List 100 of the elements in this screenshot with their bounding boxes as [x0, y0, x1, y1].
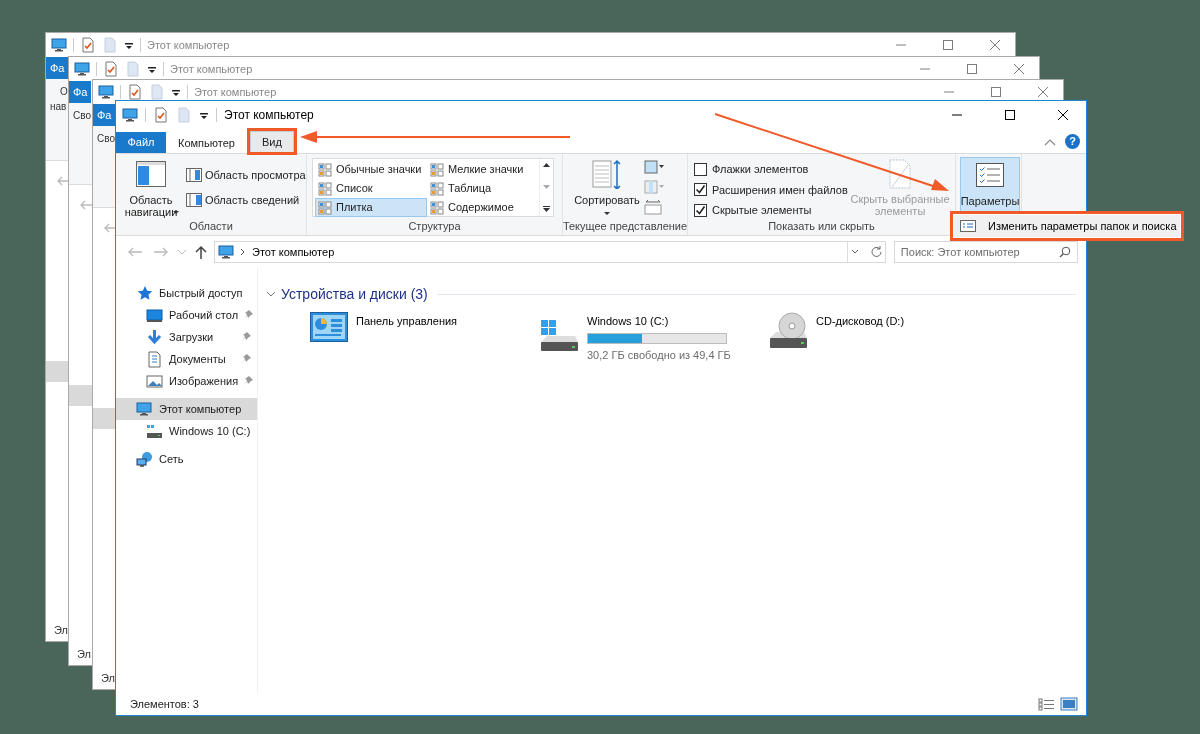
- checkbox[interactable]: [694, 162, 707, 176]
- navigation-pane-button[interactable]: Область навигации: [120, 157, 182, 217]
- caret-icon[interactable]: [199, 110, 209, 120]
- address-path: Этот компьютер: [252, 244, 336, 260]
- window-title: Этот компьютер: [170, 61, 253, 77]
- computer-icon: [74, 61, 90, 77]
- view-layout-icon: [318, 162, 332, 177]
- pane-icon: [186, 168, 202, 183]
- close-icon: [1013, 64, 1024, 74]
- close-icon: [1037, 87, 1048, 97]
- file-tab[interactable]: Файл: [116, 132, 166, 153]
- download-icon: [146, 328, 163, 346]
- drive-name: Панель управления: [356, 314, 458, 329]
- nav-item[interactable]: Быстрый доступ: [116, 282, 257, 304]
- pin-icon: [244, 376, 254, 386]
- nav-label: Этот компьютер: [159, 401, 243, 417]
- back-arrow-icon: [79, 200, 93, 210]
- search-field[interactable]: Поиск: Этот компьютер: [893, 241, 1078, 263]
- control-panel-icon: [310, 312, 348, 342]
- caret-icon[interactable]: [147, 64, 157, 74]
- fit-columns-icon[interactable]: [643, 199, 665, 215]
- checkbox-label: Скрытые элементы: [712, 203, 812, 218]
- drive-tile[interactable]: Панель управления: [310, 312, 539, 362]
- ribbon-button[interactable]: Область сведений: [186, 191, 306, 208]
- drive-detail: 30,2 ГБ свободно из 49,4 ГБ: [587, 347, 731, 363]
- ribbon-label: О: [59, 85, 68, 98]
- drive-name: Windows 10 (C:): [587, 314, 670, 329]
- nav-label: Загрузки: [169, 329, 215, 345]
- large-icons-view-icon[interactable]: [1060, 697, 1078, 711]
- layout-option[interactable]: Обычные значки: [315, 160, 427, 179]
- document-icon: [125, 61, 141, 77]
- nav-item[interactable]: Документы: [116, 348, 257, 370]
- computer-icon: [122, 107, 138, 123]
- caret-icon[interactable]: [171, 87, 181, 97]
- folder-options-icon: [960, 220, 976, 232]
- checkbox-label: Расширения имен файлов: [712, 182, 848, 198]
- layout-option[interactable]: Список: [315, 179, 427, 198]
- group-header[interactable]: Устройства и диски (3): [266, 283, 428, 305]
- caret-icon[interactable]: [124, 40, 134, 50]
- pane-icon: [186, 192, 202, 207]
- pin-icon: [242, 354, 251, 364]
- checklist-icon: [80, 37, 96, 53]
- drive-icon: [146, 422, 163, 440]
- caret-icon: [604, 212, 610, 215]
- close-icon: [989, 40, 1000, 50]
- back-arrow-icon: [103, 223, 117, 233]
- cd-drive-icon: [768, 310, 808, 350]
- desktop-icon: [146, 306, 163, 324]
- layout-option[interactable]: Мелкие значки: [427, 160, 539, 179]
- checkbox[interactable]: [694, 183, 707, 197]
- nav-item[interactable]: Загрузки: [116, 326, 257, 348]
- address-bar[interactable]: Этот компьютер: [214, 241, 886, 263]
- scroll-up-icon[interactable]: [543, 163, 550, 167]
- star-icon: [136, 284, 153, 302]
- maximize-icon: [990, 87, 1001, 97]
- checklist-icon: [103, 61, 119, 77]
- refresh-icon[interactable]: [868, 245, 885, 259]
- nav-item[interactable]: Изображения: [116, 370, 257, 392]
- pin-icon: [242, 332, 251, 342]
- layout-option[interactable]: Содержимое: [427, 198, 539, 217]
- nav-item[interactable]: Сеть: [116, 448, 257, 470]
- more-icon[interactable]: [543, 206, 550, 212]
- drive-tile[interactable]: Windows 10 (C:) 30,2 ГБ свободно из 49,4 ГБ: [539, 312, 768, 362]
- nav-item[interactable]: Windows 10 (C:): [116, 420, 257, 442]
- document-icon: [102, 37, 118, 53]
- status-text: Элементов: 3: [130, 696, 199, 712]
- document-icon: [146, 350, 163, 368]
- chevron-up-icon: [1044, 137, 1056, 147]
- layout-option[interactable]: Плитка: [315, 198, 427, 217]
- file-tab[interactable]: Фа: [46, 57, 68, 79]
- sort-icon: [592, 159, 622, 189]
- menu-item[interactable]: Изменить параметры папок и поиска: [954, 215, 1180, 237]
- ribbon-tab[interactable]: Вид: [249, 131, 294, 152]
- layout-option[interactable]: Таблица: [427, 179, 539, 198]
- nav-label: Сеть: [159, 451, 185, 467]
- file-tab[interactable]: Фа: [93, 104, 115, 126]
- help-button[interactable]: ?: [1065, 134, 1080, 149]
- checklist-icon: [976, 163, 1004, 187]
- caret-icon: [173, 211, 179, 214]
- sort-button[interactable]: Сортировать: [571, 157, 643, 217]
- computer-icon: [51, 37, 67, 53]
- close-icon: [1058, 110, 1068, 120]
- view-layout-icon: [318, 200, 332, 215]
- status-text: Эл: [54, 622, 68, 638]
- file-tab[interactable]: Фа: [69, 81, 91, 103]
- status-text: Эл: [101, 670, 115, 686]
- group-label: Структура: [408, 218, 461, 234]
- computer-icon: [98, 84, 114, 100]
- nav-item[interactable]: Рабочий стол: [116, 304, 257, 326]
- nav-label: Рабочий стол: [169, 307, 239, 323]
- checklist-icon[interactable]: [153, 107, 169, 123]
- ribbon-label: Сво: [97, 132, 115, 145]
- group-label: Показать или скрыть: [768, 218, 875, 234]
- checkbox[interactable]: [694, 203, 707, 217]
- nav-label: Быстрый доступ: [159, 285, 244, 301]
- drive-tile[interactable]: CD-дисковод (D:): [768, 312, 997, 362]
- group-by-icon[interactable]: [643, 159, 665, 175]
- ribbon-button[interactable]: Область просмотра: [186, 167, 306, 184]
- details-view-icon[interactable]: [1038, 697, 1056, 711]
- nav-item[interactable]: Этот компьютер: [116, 398, 257, 420]
